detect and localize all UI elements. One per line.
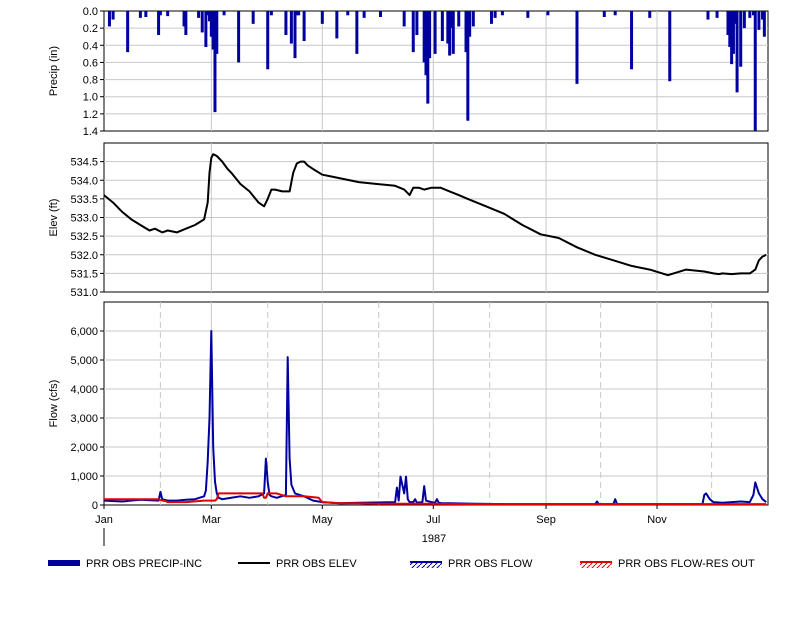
precip-ytick-label: 0.4 — [83, 40, 98, 52]
elev-ytick-label: 534.5 — [70, 157, 98, 169]
flow-ylabel: Flow (cfs) — [48, 380, 60, 428]
flow-xtick-label: Sep — [536, 514, 556, 526]
precip-ytick-label: 0.0 — [83, 6, 98, 18]
flow-ytick-label: 5,000 — [70, 355, 98, 367]
flow-ytick-label: 0 — [92, 500, 98, 512]
elev-ytick-label: 531.0 — [70, 287, 98, 299]
legend-label: PRR OBS ELEV — [276, 558, 357, 570]
precip-ytick-label: 1.4 — [83, 126, 98, 138]
flow-ytick-label: 1,000 — [70, 471, 98, 483]
flow-ytick-label: 4,000 — [70, 384, 98, 396]
legend-label: PRR OBS FLOW-RES OUT — [618, 558, 755, 570]
elev-ytick-label: 532.5 — [70, 231, 98, 243]
chart-root: 0.0 0.2 0.4 0.6 0.8 1.0 1.2 1.4 Precip (in) 531.0… — [0, 0, 800, 627]
flow-xtick-label: Mar — [202, 514, 221, 526]
flow-frame — [103, 301, 769, 506]
precip-ytick-label: 0.6 — [83, 57, 98, 69]
elev-ytick-label: 533.0 — [70, 213, 98, 225]
elev-ytick-label: 533.5 — [70, 194, 98, 206]
flow-ytick-label: 3,000 — [70, 413, 98, 425]
elev-ylabel: Elev (ft) — [48, 199, 60, 237]
elev-ytick-label: 532.0 — [70, 250, 98, 262]
flow-ytick-label: 2,000 — [70, 442, 98, 454]
flow-xtick-label: May — [312, 514, 333, 526]
legend-label: PRR OBS FLOW — [448, 558, 533, 570]
hydrograph-chart: 0.0 0.2 0.4 0.6 0.8 1.0 1.2 1.4 Precip (in) 531.0… — [48, 6, 769, 570]
flow-ytick-label: 6,000 — [70, 326, 98, 338]
precip-ytick-label: 0.2 — [83, 23, 98, 35]
precip-ylabel: Precip (in) — [48, 46, 60, 96]
precip-ytick-label: 1.2 — [83, 109, 98, 121]
legend-label: PRR OBS PRECIP-INC — [86, 558, 202, 570]
flow-xtick-label: Jan — [95, 514, 113, 526]
elev-ytick-label: 534.0 — [70, 175, 98, 187]
elev-ytick-label: 531.5 — [70, 268, 98, 280]
precip-ytick-label: 0.8 — [83, 75, 98, 87]
flow-xtick-label: Jul — [426, 514, 440, 526]
precip-ytick-label: 1.0 — [83, 92, 98, 104]
flow-xtick-label: Nov — [647, 514, 667, 526]
legend-swatch-precip — [48, 560, 80, 566]
flow-xlabel: 1987 — [422, 533, 446, 545]
